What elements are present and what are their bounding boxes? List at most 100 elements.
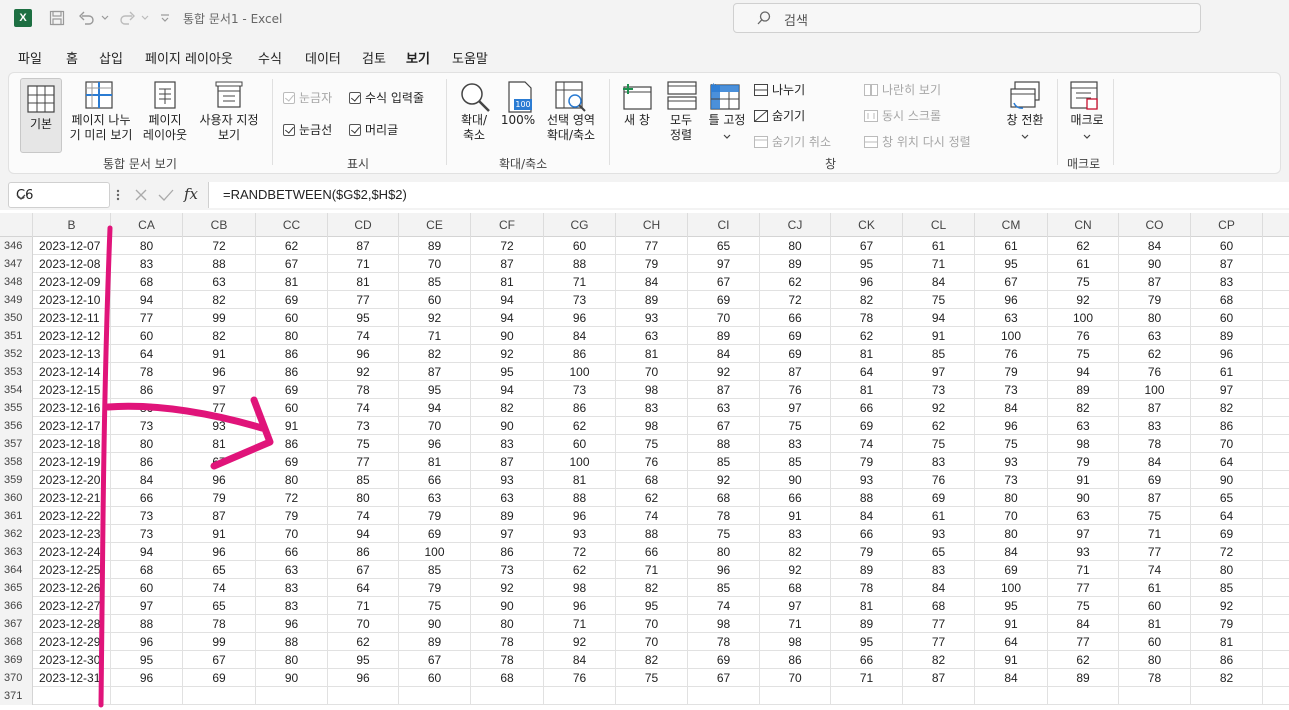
cell[interactable]: 61 (903, 507, 975, 525)
cell[interactable]: 97 (471, 525, 544, 543)
cell[interactable]: 87 (471, 255, 544, 273)
cell[interactable]: 94 (471, 381, 544, 399)
cell[interactable]: 77 (111, 309, 183, 327)
cell[interactable]: 87 (399, 363, 471, 381)
cell[interactable]: 83 (471, 435, 544, 453)
cell[interactable]: 83 (1119, 417, 1191, 435)
cell[interactable]: 97 (1048, 525, 1119, 543)
row-header[interactable]: 363 (0, 543, 33, 561)
cell[interactable]: 63 (471, 489, 544, 507)
cell[interactable] (831, 687, 903, 705)
cell[interactable] (471, 687, 544, 705)
cell[interactable]: 71 (616, 561, 688, 579)
select-all-corner[interactable] (0, 213, 33, 237)
cell[interactable]: 67 (688, 417, 760, 435)
cell[interactable] (760, 687, 831, 705)
cell[interactable]: 81 (183, 435, 256, 453)
cell[interactable]: 86 (544, 399, 616, 417)
cell[interactable]: 73 (544, 291, 616, 309)
cell[interactable]: 78 (183, 615, 256, 633)
cell[interactable]: 70 (616, 615, 688, 633)
cell[interactable]: 92 (471, 345, 544, 363)
cell[interactable]: 84 (975, 399, 1048, 417)
cell[interactable]: 94 (111, 291, 183, 309)
cell[interactable]: 75 (903, 435, 975, 453)
row-header[interactable]: 357 (0, 435, 33, 453)
cell-date[interactable]: 2023-12-24 (33, 543, 111, 561)
cell[interactable]: 91 (903, 327, 975, 345)
cell[interactable]: 62 (256, 237, 328, 255)
cell[interactable]: 96 (1191, 345, 1263, 363)
cell[interactable]: 99 (183, 633, 256, 651)
cell[interactable]: 62 (616, 489, 688, 507)
cell[interactable]: 67 (328, 561, 399, 579)
cell[interactable]: 100 (975, 579, 1048, 597)
cell[interactable]: 87 (328, 237, 399, 255)
more-options-icon[interactable] (116, 188, 120, 202)
cell[interactable]: 84 (831, 507, 903, 525)
row-header[interactable]: 370 (0, 669, 33, 687)
cell-date[interactable]: 2023-12-31 (33, 669, 111, 687)
cell[interactable]: 63 (183, 273, 256, 291)
cell[interactable]: 76 (760, 381, 831, 399)
cell[interactable]: 88 (111, 615, 183, 633)
cell[interactable]: 91 (183, 525, 256, 543)
cell[interactable]: 90 (1191, 471, 1263, 489)
cell[interactable]: 74 (328, 399, 399, 417)
cell[interactable]: 80 (111, 237, 183, 255)
cell[interactable]: 79 (831, 543, 903, 561)
cell[interactable]: 73 (975, 471, 1048, 489)
chevron-down-icon[interactable] (100, 9, 110, 27)
cell[interactable]: 60 (1191, 237, 1263, 255)
cell[interactable]: 85 (688, 453, 760, 471)
cell-date[interactable]: 2023-12-20 (33, 471, 111, 489)
cell[interactable]: 61 (903, 237, 975, 255)
cell[interactable]: 89 (688, 327, 760, 345)
cell[interactable]: 70 (616, 633, 688, 651)
cell[interactable]: 84 (903, 579, 975, 597)
undo-icon[interactable] (76, 9, 98, 27)
column-header-cg[interactable]: CG (544, 213, 616, 237)
cell[interactable]: 95 (328, 309, 399, 327)
cell[interactable]: 78 (1119, 669, 1191, 687)
cell[interactable]: 90 (471, 417, 544, 435)
cell[interactable]: 98 (1048, 435, 1119, 453)
row-header[interactable]: 361 (0, 507, 33, 525)
cell-date[interactable]: 2023-12-23 (33, 525, 111, 543)
cell[interactable]: 87 (471, 453, 544, 471)
row-header[interactable]: 351 (0, 327, 33, 345)
cell-date[interactable]: 2023-12-27 (33, 597, 111, 615)
cell[interactable]: 62 (1119, 345, 1191, 363)
cell[interactable]: 78 (831, 579, 903, 597)
zoom-to-selection-button[interactable]: 선택 영역 확대/축소 (539, 113, 603, 143)
cell[interactable]: 96 (399, 435, 471, 453)
cell[interactable]: 71 (831, 669, 903, 687)
formula-input[interactable]: =RANDBETWEEN($G$2,$H$2) (208, 182, 1289, 208)
tab-page-layout[interactable]: 페이지 레이아웃 (145, 48, 233, 67)
cell[interactable]: 65 (688, 237, 760, 255)
column-header-cb[interactable]: CB (183, 213, 256, 237)
cell[interactable]: 82 (831, 291, 903, 309)
cell-date[interactable]: 2023-12-28 (33, 615, 111, 633)
cell[interactable]: 97 (1191, 381, 1263, 399)
row-header[interactable]: 356 (0, 417, 33, 435)
cell[interactable]: 82 (616, 579, 688, 597)
cell[interactable]: 96 (183, 543, 256, 561)
cell[interactable]: 71 (544, 615, 616, 633)
cell[interactable]: 75 (1048, 345, 1119, 363)
cell[interactable]: 74 (688, 597, 760, 615)
cell[interactable]: 83 (1191, 273, 1263, 291)
cell[interactable] (328, 687, 399, 705)
cell[interactable]: 62 (903, 417, 975, 435)
cell[interactable]: 84 (975, 669, 1048, 687)
cell[interactable]: 86 (760, 651, 831, 669)
custom-views-button[interactable]: 사용자 지정 보기 (193, 113, 265, 143)
cell[interactable]: 60 (111, 579, 183, 597)
headings-checkbox[interactable]: 머리글 (349, 121, 398, 138)
cell[interactable]: 81 (831, 597, 903, 615)
cell[interactable]: 73 (328, 417, 399, 435)
cell[interactable]: 69 (831, 417, 903, 435)
cell[interactable]: 89 (1048, 381, 1119, 399)
cell[interactable]: 68 (616, 471, 688, 489)
cell[interactable]: 92 (760, 561, 831, 579)
